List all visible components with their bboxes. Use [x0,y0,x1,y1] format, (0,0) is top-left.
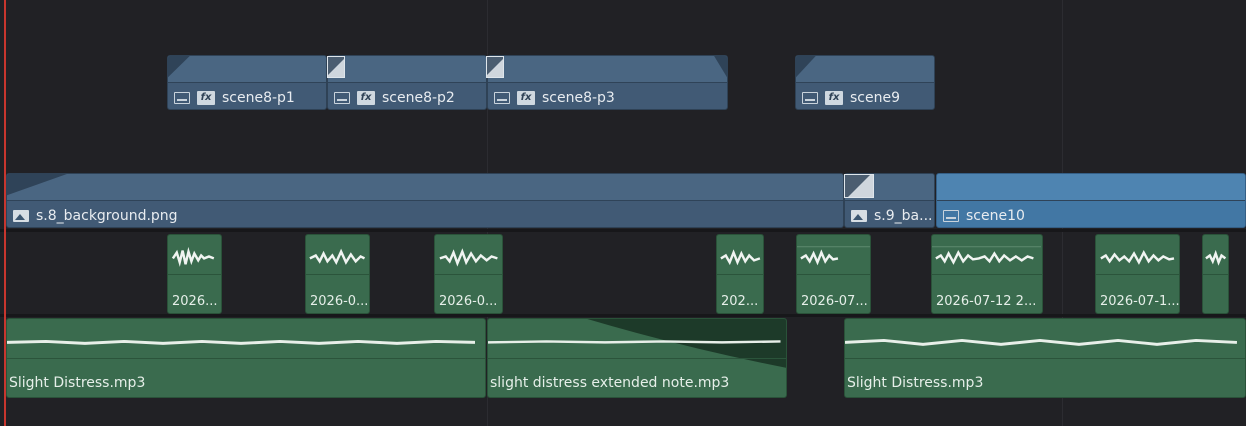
clip-label: 2026-07-1... [1100,294,1180,309]
track-divider [0,314,1246,317]
clip-label: 2026-07-12 2... [936,294,1037,309]
fx-icon[interactable]: fx [357,91,375,105]
audio-clip-slight-distress-extended[interactable]: slight distress extended note.mp3 [487,318,787,398]
clip-label: Slight Distress.mp3 [847,375,984,391]
clip-label: scene9 [850,90,900,106]
compound-clip-icon [494,92,510,104]
audio-clip[interactable]: 202... [716,234,764,314]
clip-label: 2026-07... [801,294,868,309]
playhead[interactable] [4,0,6,426]
clip-label: scene8-p2 [382,90,455,106]
image-icon [13,210,29,222]
compound-clip-icon [334,92,350,104]
image-icon [851,210,867,222]
clip-label: Slight Distress.mp3 [9,375,146,391]
clip-label: 2026-0... [310,294,369,309]
transition-icon[interactable] [327,56,345,78]
audio-clip[interactable]: 2026... [167,234,222,314]
transition-icon[interactable] [844,174,874,198]
fx-icon[interactable]: fx [825,91,843,105]
audio-clip[interactable]: 2026-07-12 2... [931,234,1043,314]
clip-label: scene8-p3 [542,90,615,106]
clip-label: s.9_ba... [874,208,933,224]
clip-label: slight distress extended note.mp3 [490,375,730,391]
clip-label: 202... [721,294,759,309]
audio-clip[interactable]: 2026-07-1... [1095,234,1180,314]
video-clip-scene10[interactable]: scene10 [936,173,1246,228]
audio-clip[interactable] [1202,234,1229,314]
compound-clip-icon [802,92,818,104]
clip-label: scene8-p1 [222,90,295,106]
compound-clip-icon [174,92,190,104]
video-clip-scene8-p1[interactable]: fx scene8-p1 [167,55,327,110]
compound-clip-icon [943,210,959,222]
clip-label: s.8_background.png [36,208,178,224]
audio-clip[interactable]: 2026-0... [305,234,370,314]
track-divider [0,229,1246,232]
audio-clip-slight-distress-2[interactable]: Slight Distress.mp3 [844,318,1246,398]
fx-icon[interactable]: fx [517,91,535,105]
clip-label: scene10 [966,208,1025,224]
transition-icon[interactable] [486,56,504,78]
video-clip-scene8-p2[interactable]: fx scene8-p2 [327,55,487,110]
audio-clip[interactable]: 2026-0... [434,234,503,314]
audio-clip[interactable]: 2026-07... [796,234,871,314]
audio-clip-slight-distress[interactable]: Slight Distress.mp3 [6,318,486,398]
clip-label: 2026-0... [439,294,498,309]
fx-icon[interactable]: fx [197,91,215,105]
video-clip-s8-background[interactable]: s.8_background.png [6,173,844,228]
video-clip-scene8-p3[interactable]: fx scene8-p3 [487,55,728,110]
clip-label: 2026... [172,294,218,309]
video-clip-scene9[interactable]: fx scene9 [795,55,935,110]
